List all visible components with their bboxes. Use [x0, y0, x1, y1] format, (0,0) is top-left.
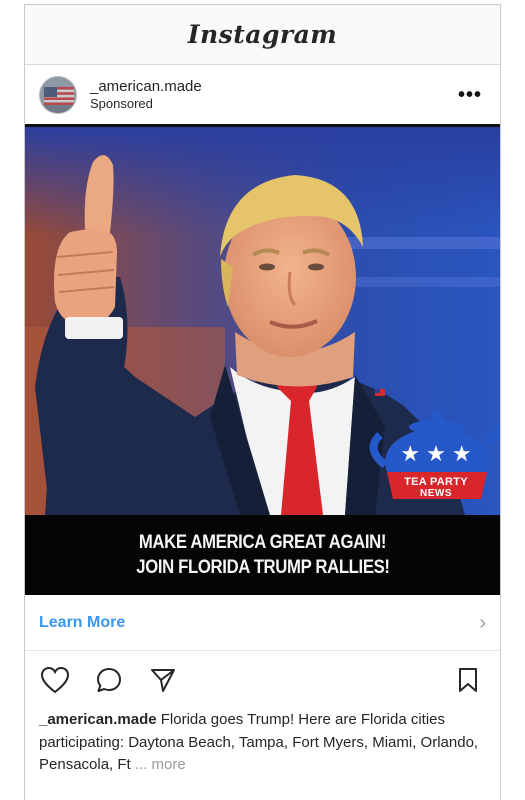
sponsored-label: Sponsored [90, 95, 153, 111]
learn-more-button[interactable]: Learn More › [25, 595, 500, 651]
badge-line1: TEA PARTY [404, 476, 468, 488]
bookmark-icon-svg [459, 668, 477, 692]
caption-username[interactable]: _american.made [39, 711, 157, 728]
bookmark-icon[interactable] [450, 662, 486, 698]
comment-icon[interactable] [91, 662, 127, 698]
user-block: _american.made Sponsored [90, 78, 454, 112]
app-title: Instagram [187, 20, 338, 49]
banner-line2: JOIN FLORIDA TRUMP RALLIES! [135, 557, 390, 578]
flag-avatar-image [40, 76, 76, 113]
post-header: _american.made Sponsored ••• [25, 65, 500, 127]
more-options-icon[interactable]: ••• [454, 79, 486, 111]
heart-icon[interactable] [37, 662, 73, 698]
heart-icon-svg [40, 666, 70, 694]
ad-banner: MAKE AMERICA GREAT AGAIN! JOIN FLORIDA T… [25, 515, 500, 595]
ad-image[interactable]: ★★★ TEA PARTY NEWS [25, 127, 500, 515]
instagram-app-frame: Instagram _american.made Sponsored ••• ★… [24, 4, 501, 800]
post-username[interactable]: _american.made [90, 78, 454, 96]
comment-icon-svg [97, 668, 121, 692]
share-icon[interactable] [145, 662, 181, 698]
post-caption: _american.made Florida goes Trump! Here … [25, 709, 500, 777]
badge-line2: NEWS [420, 488, 452, 499]
post-actions [25, 651, 500, 709]
badge-stars: ★★★ [400, 441, 478, 466]
app-header: Instagram [25, 5, 500, 65]
share-icon-svg [151, 669, 175, 692]
caption-more-link[interactable]: ... more [131, 756, 186, 773]
chevron-right-icon: › [479, 611, 486, 634]
banner-line1: MAKE AMERICA GREAT AGAIN! [138, 532, 387, 553]
avatar[interactable] [39, 75, 77, 114]
learn-more-label: Learn More [39, 613, 126, 631]
